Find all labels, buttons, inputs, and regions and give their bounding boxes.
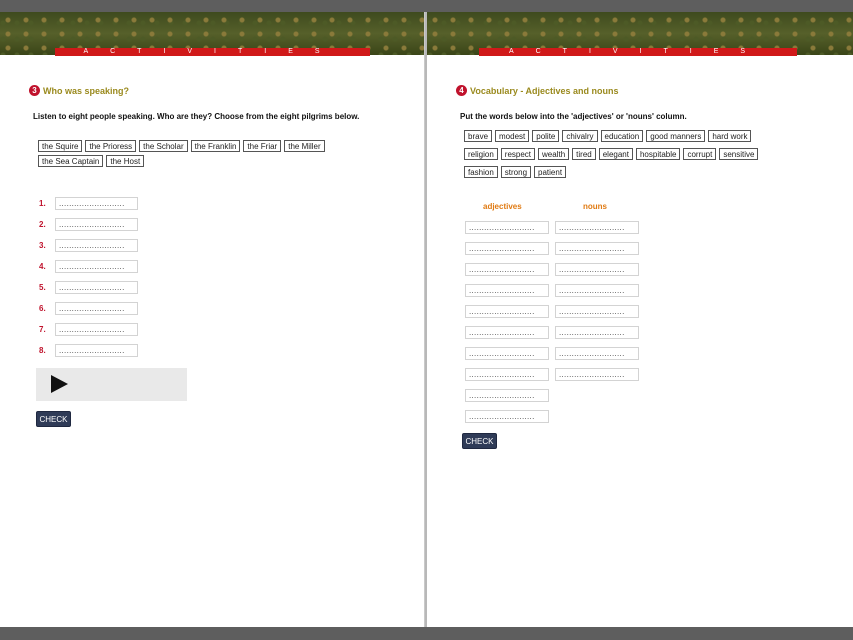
answer-drop-field[interactable]: .......................... [55,197,138,210]
answer-number: 4. [39,262,46,271]
pilgrim-chip[interactable]: the Sea Captain [38,155,104,167]
adjectives-column-header: adjectives [483,202,522,211]
answer-row: 1........................... [39,193,138,214]
pilgrim-chip[interactable]: the Prioress [85,140,137,152]
answer-number: 6. [39,304,46,313]
instruction-text: Listen to eight people speaking. Who are… [33,112,360,121]
vocabulary-word-chip[interactable]: modest [495,130,530,142]
activities-ribbon: ACTIVITIES [479,48,797,56]
adjective-drop-field[interactable]: .......................... [465,347,549,360]
answer-number: 3. [39,241,46,250]
noun-drop-field[interactable]: .......................... [555,326,639,339]
vocabulary-word-chip[interactable]: chivalry [562,130,598,142]
vocabulary-word-chip[interactable]: patient [534,166,567,178]
answer-drop-field[interactable]: .......................... [55,281,138,294]
vocabulary-word-chip[interactable]: corrupt [683,148,717,160]
vocabulary-word-chip[interactable]: tired [572,148,596,160]
answer-number: 5. [39,283,46,292]
noun-drop-field[interactable]: .......................... [555,347,639,360]
answer-row: 7........................... [39,319,138,340]
viewer-top-bar [0,0,853,12]
answer-number: 1. [39,199,46,208]
viewer-bottom-bar [0,627,853,640]
audio-player[interactable] [36,368,187,401]
answer-number: 7. [39,325,46,334]
noun-drop-field[interactable]: .......................... [555,221,639,234]
left-page: ACTIVITIES 3 Who was speaking? Listen to… [0,12,425,627]
answer-row: 6........................... [39,298,138,319]
vocabulary-word-chip[interactable]: hospitable [635,148,681,160]
nouns-column: ........................................… [555,221,639,389]
answer-list: 1........................... 2...........… [39,193,138,361]
pilgrim-chip[interactable]: the Scholar [139,140,188,152]
adjectives-column: ........................................… [465,221,549,431]
answer-number: 8. [39,346,46,355]
answer-row: 3........................... [39,235,138,256]
adjective-drop-field[interactable]: .......................... [465,368,549,381]
vocabulary-word-chip[interactable]: hard work [708,130,752,142]
vocabulary-word-chip[interactable]: polite [532,130,560,142]
pilgrim-word-bank: the Squire the Prioress the Scholar the Fra… [38,140,373,167]
vocabulary-word-chip[interactable]: fashion [464,166,498,178]
answer-row: 5........................... [39,277,138,298]
adjective-drop-field[interactable]: .......................... [465,410,549,423]
instruction-text: Put the words below into the 'adjectives… [460,112,687,121]
adjective-drop-field[interactable]: .......................... [465,284,549,297]
section-number-badge: 4 [456,85,467,96]
answer-number: 2. [39,220,46,229]
right-page: ACTIVITIES 4 Vocabulary - Adjectives and… [427,12,853,627]
answer-drop-field[interactable]: .......................... [55,323,138,336]
noun-drop-field[interactable]: .......................... [555,263,639,276]
section-3-heading: 3 Who was speaking? [29,85,129,96]
answer-drop-field[interactable]: .......................... [55,218,138,231]
noun-drop-field[interactable]: .......................... [555,305,639,318]
noun-drop-field[interactable]: .......................... [555,242,639,255]
section-4-heading: 4 Vocabulary - Adjectives and nouns [456,85,619,96]
answer-row: 8........................... [39,340,138,361]
play-icon[interactable] [51,375,68,393]
pilgrim-chip[interactable]: the Squire [38,140,83,152]
answer-row: 4........................... [39,256,138,277]
vocabulary-word-chip[interactable]: elegant [598,148,633,160]
pilgrim-chip[interactable]: the Franklin [190,140,241,152]
vocabulary-word-bank: brave modest polite chivalry education good m… [464,130,809,178]
vocabulary-word-chip[interactable]: religion [464,148,498,160]
vocabulary-word-chip[interactable]: wealth [538,148,570,160]
pilgrim-chip[interactable]: the Miller [284,140,325,152]
pilgrim-chip[interactable]: the Friar [243,140,282,152]
answer-drop-field[interactable]: .......................... [55,260,138,273]
answer-drop-field[interactable]: .......................... [55,239,138,252]
vocabulary-word-chip[interactable]: strong [500,166,532,178]
vocabulary-word-chip[interactable]: brave [464,130,493,142]
vocabulary-word-chip[interactable]: sensitive [719,148,759,160]
adjective-drop-field[interactable]: .......................... [465,242,549,255]
adjective-drop-field[interactable]: .......................... [465,221,549,234]
section-title: Who was speaking? [43,85,130,96]
section-number-badge: 3 [29,85,40,96]
vocabulary-word-chip[interactable]: good manners [646,130,706,142]
nouns-column-header: nouns [583,202,607,211]
answer-drop-field[interactable]: .......................... [55,344,138,357]
answer-row: 2........................... [39,214,138,235]
activities-ribbon: ACTIVITIES [55,48,370,56]
vocabulary-word-chip[interactable]: respect [500,148,536,160]
vocabulary-word-chip[interactable]: education [600,130,644,142]
noun-drop-field[interactable]: .......................... [555,284,639,297]
answer-drop-field[interactable]: .......................... [55,302,138,315]
adjective-drop-field[interactable]: .......................... [465,305,549,318]
adjective-drop-field[interactable]: .......................... [465,263,549,276]
section-title: Vocabulary - Adjectives and nouns [470,85,619,96]
check-button[interactable]: CHECK [36,411,71,427]
adjective-drop-field[interactable]: .......................... [465,326,549,339]
noun-drop-field[interactable]: .......................... [555,368,639,381]
pilgrim-chip[interactable]: the Host [106,155,145,167]
check-button[interactable]: CHECK [462,433,497,449]
adjective-drop-field[interactable]: .......................... [465,389,549,402]
